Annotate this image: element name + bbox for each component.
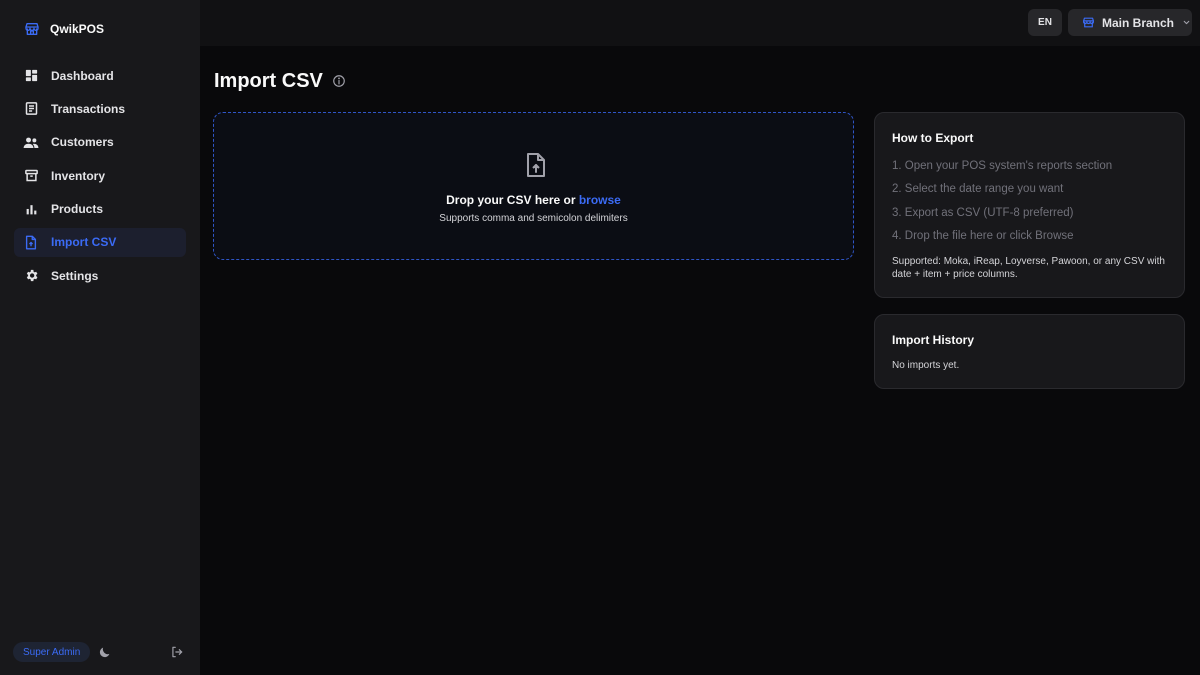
- empty-state: No imports yet.: [892, 360, 960, 371]
- card-title: How to Export: [892, 131, 974, 145]
- dashboard-icon: [23, 68, 39, 84]
- sidebar-item-import-csv[interactable]: Import CSV: [14, 227, 186, 257]
- sidebar-item-inventory[interactable]: Inventory: [14, 161, 186, 190]
- sidebar-item-dashboard[interactable]: Dashboard: [14, 61, 186, 90]
- sidebar-item-label: Dashboard: [51, 68, 114, 83]
- store-icon: [1080, 15, 1096, 31]
- sidebar-item-label: Customers: [51, 135, 114, 150]
- sidebar-item-label: Products: [51, 202, 104, 217]
- card-title: Import History: [892, 333, 975, 347]
- branch-selector[interactable]: Main Branch: [1068, 9, 1192, 36]
- sidebar-footer: Super Admin: [13, 641, 187, 663]
- sidebar-item-customers[interactable]: Customers: [14, 128, 186, 157]
- list-item: 1. Open your POS system's reports sectio…: [892, 160, 1113, 172]
- sidebar-item-products[interactable]: Products: [14, 195, 186, 224]
- brand-name: QwikPOS: [50, 22, 105, 36]
- file-upload-icon: [23, 234, 39, 250]
- dropzone-subtext: Supports comma and semicolon delimiters: [439, 213, 628, 224]
- receipt-icon: [23, 101, 39, 117]
- page-title: Import CSV: [214, 69, 323, 92]
- dropzone-prompt-text: Drop your CSV here or: [446, 193, 576, 207]
- role-badge: Super Admin: [13, 642, 91, 662]
- bar-chart-icon: [23, 201, 39, 217]
- sidebar-item-transactions[interactable]: Transactions: [14, 94, 186, 123]
- page-header: Import CSV: [214, 68, 347, 94]
- sidebar-item-label: Import CSV: [51, 235, 117, 250]
- info-icon[interactable]: [331, 73, 347, 89]
- sidebar-item-settings[interactable]: Settings: [14, 261, 186, 290]
- file-upload-icon: [525, 151, 547, 179]
- chevron-down-icon: [1182, 18, 1191, 27]
- import-history-card: Import History No imports yet.: [874, 314, 1185, 389]
- supported-formats: Supported: Moka, iReap, Loyverse, Pawoon…: [892, 256, 1165, 280]
- sidebar-nav: Dashboard Transactions Customers Invento…: [14, 61, 186, 295]
- dropzone-prompt: Drop your CSV here or browse: [214, 193, 853, 207]
- users-icon: [23, 134, 39, 150]
- sidebar-item-label: Settings: [51, 268, 99, 283]
- store-icon: [24, 21, 40, 37]
- logout-icon[interactable]: [169, 644, 185, 660]
- list-item: 2. Select the date range you want: [892, 183, 1064, 196]
- branch-name: Main Branch: [1102, 15, 1175, 30]
- top-bar: EN Main Branch: [200, 0, 1200, 46]
- list-item: 3. Export as CSV (UTF-8 preferred): [892, 206, 1074, 219]
- list-item: 4. Drop the file here or click Browse: [892, 229, 1074, 242]
- gear-icon: [23, 268, 39, 284]
- how-to-export-card: How to Export 1. Open your POS system's …: [874, 112, 1185, 298]
- archive-icon: [23, 168, 39, 184]
- csv-dropzone[interactable]: Drop your CSV here or browse Supports co…: [213, 112, 854, 260]
- sidebar: QwikPOS Dashboard Transactions Customers…: [0, 0, 200, 675]
- brand[interactable]: QwikPOS: [24, 18, 104, 40]
- sidebar-item-label: Transactions: [51, 101, 126, 116]
- moon-icon[interactable]: [96, 644, 112, 660]
- browse-link[interactable]: browse: [579, 193, 621, 207]
- export-steps: 1. Open your POS system's reports sectio…: [892, 159, 1112, 252]
- language-button[interactable]: EN: [1028, 9, 1062, 36]
- sidebar-item-label: Inventory: [51, 168, 106, 183]
